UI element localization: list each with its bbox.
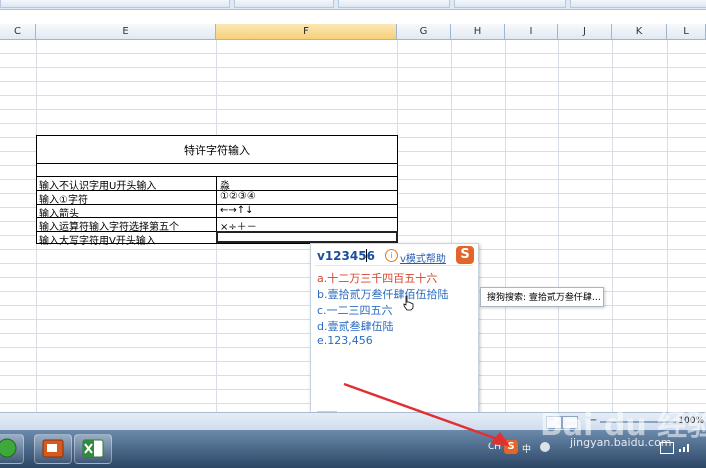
row-label[interactable]: 输入运算符输入字符选择第五个 — [39, 218, 215, 233]
text-caret — [366, 249, 367, 262]
active-cell-selection[interactable] — [216, 231, 398, 243]
column-header-i[interactable]: I — [505, 24, 558, 40]
ime-candidate[interactable]: d.壹贰叁肆伍陆 — [317, 318, 393, 334]
column-header-e[interactable]: E — [36, 24, 216, 40]
table-title[interactable]: 特许字符输入 — [37, 142, 397, 158]
search-suggestion-popup[interactable]: 搜狗搜索: 壹拾贰万叁仟肆… — [480, 287, 604, 307]
ribbon-button[interactable] — [234, 0, 334, 8]
ime-candidate[interactable]: e.123,456 — [317, 334, 373, 347]
column-header-f[interactable]: F — [216, 24, 397, 40]
data-table: 特许字符输入 输入不认识字用U开头输入 淼 输入①字符 ①②③④ 输入箭头 ←→… — [36, 135, 398, 247]
watermark-url: jingyan.baidu.com — [570, 436, 672, 449]
ribbon-button[interactable] — [570, 0, 706, 8]
column-header-l[interactable]: L — [667, 24, 706, 40]
row-value[interactable]: ←→↑↓ — [220, 205, 396, 216]
row-label[interactable]: 输入大写字符用V开头输入 — [39, 232, 215, 247]
info-icon[interactable]: i — [385, 249, 398, 262]
ime-divider — [315, 265, 473, 266]
ime-candidate[interactable]: c.一二三四五六 — [317, 302, 393, 318]
row-label[interactable]: 输入不认识字用U开头输入 — [39, 177, 215, 192]
annotation-arrow-icon — [343, 382, 510, 446]
grid-line — [505, 40, 506, 412]
sogou-logo-icon[interactable]: S — [456, 246, 474, 264]
table-divider — [37, 163, 397, 164]
taskbar-app-excel[interactable] — [74, 434, 112, 464]
column-header-j[interactable]: J — [558, 24, 612, 40]
grid-line — [667, 40, 668, 412]
row-label[interactable]: 输入①字符 — [39, 191, 215, 206]
ime-help-link[interactable]: v模式帮助 — [400, 250, 446, 265]
powerpoint-icon — [42, 439, 64, 458]
ime-mode-indicator[interactable]: 中 — [522, 442, 531, 455]
column-header-h[interactable]: H — [451, 24, 505, 40]
grid-line — [558, 40, 559, 412]
start-button[interactable] — [0, 434, 24, 464]
excel-icon — [82, 439, 104, 458]
ribbon-strip — [0, 0, 706, 10]
row-value[interactable]: ①②③④ — [220, 191, 396, 202]
column-header-k[interactable]: K — [612, 24, 667, 40]
grid-line — [612, 40, 613, 412]
ime-candidate[interactable]: b.壹拾贰万叁仟肆佰伍拾陆 — [317, 286, 448, 302]
ribbon-button[interactable] — [338, 0, 450, 8]
ime-candidate[interactable]: a.十二万三千四百五十六 — [317, 270, 437, 286]
column-header-c[interactable]: C — [0, 24, 36, 40]
ribbon-button[interactable] — [0, 0, 230, 8]
ribbon-button[interactable] — [454, 0, 566, 8]
taskbar-app-presentation[interactable] — [34, 434, 72, 464]
hand-cursor-icon — [403, 295, 414, 311]
row-value[interactable]: 淼 — [220, 177, 396, 192]
start-orb-icon — [0, 438, 17, 458]
column-header-g[interactable]: G — [397, 24, 451, 40]
